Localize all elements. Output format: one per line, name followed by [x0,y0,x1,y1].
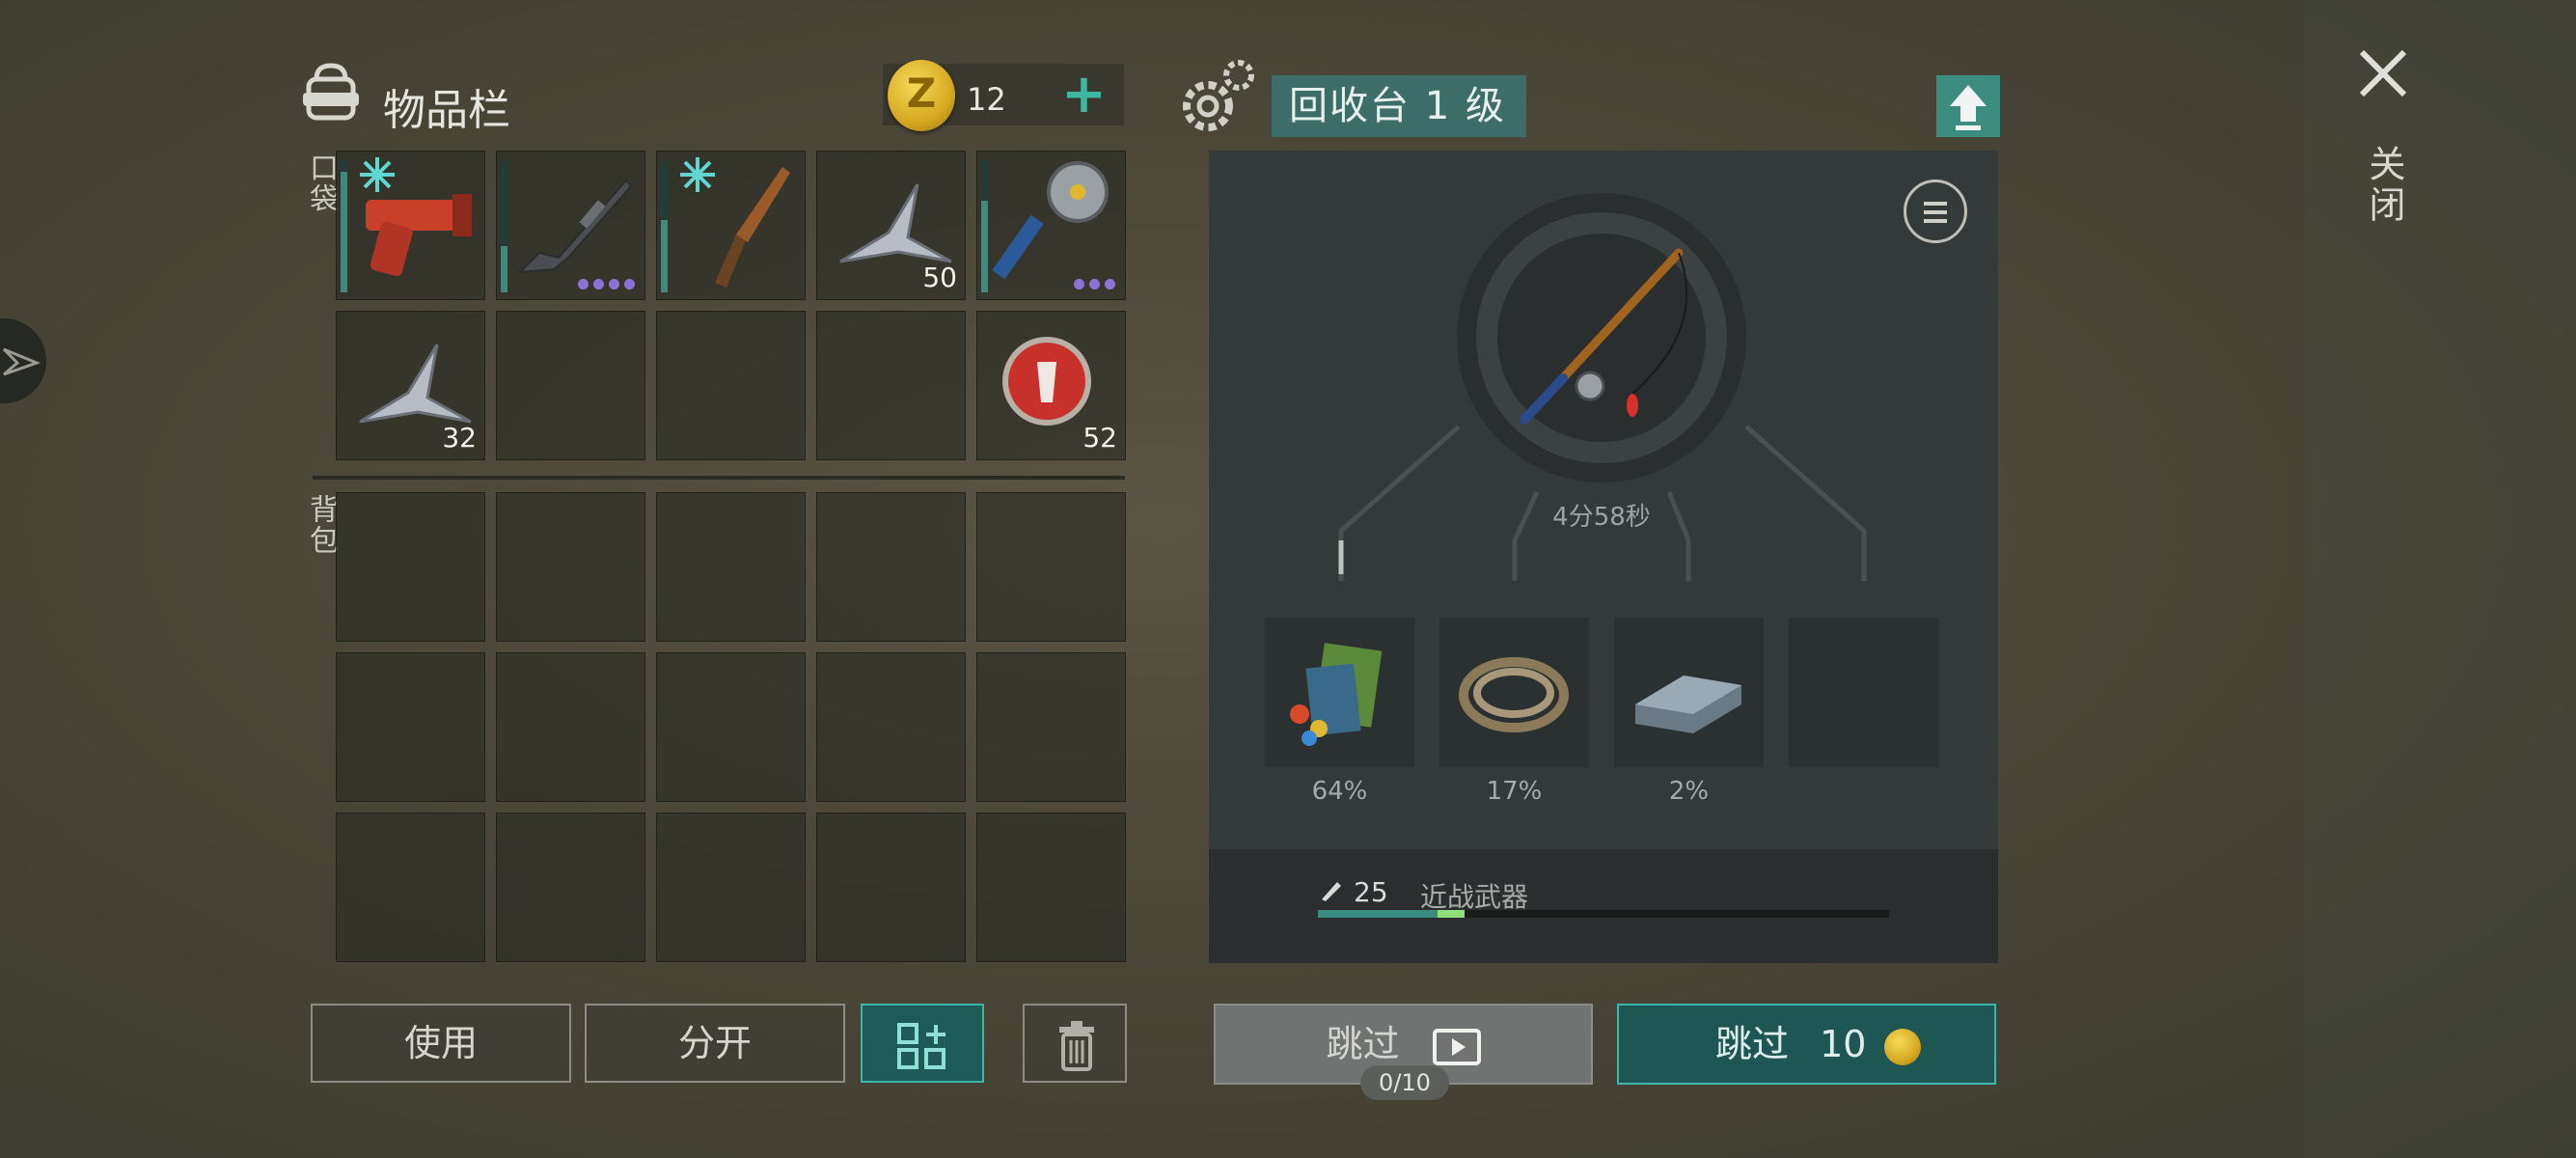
backpack-slot[interactable] [336,492,485,642]
backpack-slot[interactable] [976,813,1126,962]
menu-button[interactable] [1904,179,1967,243]
cloth-scraps-icon [1290,643,1383,746]
backpack-slot[interactable] [336,652,485,802]
skip-coin-button[interactable]: 跳过 10 [1617,1004,1996,1085]
grid-icon [897,1023,945,1069]
pocket-slot-10[interactable]: 52 [976,311,1126,460]
pocket-slot-8[interactable] [656,311,806,460]
trash-button[interactable] [1023,1004,1127,1083]
rarity-dots [1074,279,1115,290]
inventory-title: 物品栏 [383,86,510,135]
output-slot-4[interactable] [1789,618,1938,767]
video-play-icon [1432,1028,1481,1065]
coin-icon [1883,1028,1921,1065]
backpack-slot[interactable] [496,492,645,642]
backpack-slot[interactable] [656,492,806,642]
pocket-slot-5[interactable] [976,151,1126,300]
knife-skill-icon [1322,882,1341,901]
saw-mace-icon [992,161,1109,280]
close-button[interactable] [2356,46,2410,111]
skill-progress-gain [1438,910,1465,918]
backpack-slot[interactable] [976,492,1126,642]
backpack-slot[interactable] [816,813,966,962]
rope-icon [1459,657,1569,732]
divider [313,476,1125,480]
coin-icon: Z [888,60,955,131]
output-slot-2[interactable] [1439,618,1589,767]
fishing-rod-icon [1520,248,1688,425]
pocket-slot-3[interactable] [656,151,806,300]
output-slot-1[interactable] [1265,618,1414,767]
pocket-slot-7[interactable] [496,311,645,460]
skip-coin-cost: 10 [1820,1023,1867,1065]
sort-button[interactable] [861,1004,984,1083]
coin-count: 12 [967,81,1006,118]
item-count: 52 [1082,422,1117,454]
bottle-cap-icon [1002,337,1091,426]
backpack-slot[interactable] [336,813,485,962]
backpack-slot[interactable] [816,652,966,802]
side-strip [2304,0,2576,1158]
output-chance: 17% [1486,777,1543,806]
skill-area [1209,849,1998,963]
recycle-timer: 4分58秒 [1552,503,1651,532]
pocket-slot-4[interactable]: 50 [816,151,966,300]
gear-icon [1183,60,1254,131]
metal-ingot-icon [1635,676,1741,733]
add-coins-button[interactable]: + [1061,68,1107,122]
skill-level: 25 [1354,876,1388,908]
use-button[interactable]: 使用 [311,1004,571,1083]
pocket-slot-6[interactable]: 32 [336,311,485,460]
backpack-slot[interactable] [656,813,806,962]
split-button[interactable]: 分开 [585,1004,845,1083]
assault-rifle-icon [517,179,633,274]
item-count: 32 [442,422,477,454]
backpack-icon [303,63,359,121]
pocket-slot-1[interactable] [336,151,485,300]
upgrade-button[interactable] [1936,75,2000,137]
rarity-dots [578,279,635,290]
item-count: 50 [922,262,957,293]
close-icon [2359,49,2407,97]
backpack-slot[interactable] [656,652,806,802]
pocket-slot-9[interactable] [816,311,966,460]
ad-count-badge: 0/10 [1360,1065,1449,1100]
skill-progress-fill [1318,910,1438,918]
output-chance: 2% [1668,777,1710,806]
output-slot-3[interactable] [1614,618,1764,767]
skip-coin-label: 跳过 [1715,1023,1790,1065]
backpack-slot[interactable] [976,652,1126,802]
backpack-slot[interactable] [816,492,966,642]
output-chance: 64% [1311,777,1368,806]
backpack-slot[interactable] [496,652,645,802]
trash-icon [1059,1021,1094,1071]
pocket-slot-2[interactable] [496,151,645,300]
skip-ad-label: 跳过 [1326,1023,1400,1065]
backpack-slot[interactable] [496,813,645,962]
skill-name: 近战武器 [1420,881,1529,913]
arrow-up-icon [1950,85,1987,130]
flare-gun-icon [366,194,472,277]
left-edge-nav-button[interactable] [0,318,46,403]
knife-icon [715,167,790,288]
recycler-title: 回收台 1 级 [1272,75,1526,137]
close-label[interactable]: 关闭 [2358,145,2411,226]
